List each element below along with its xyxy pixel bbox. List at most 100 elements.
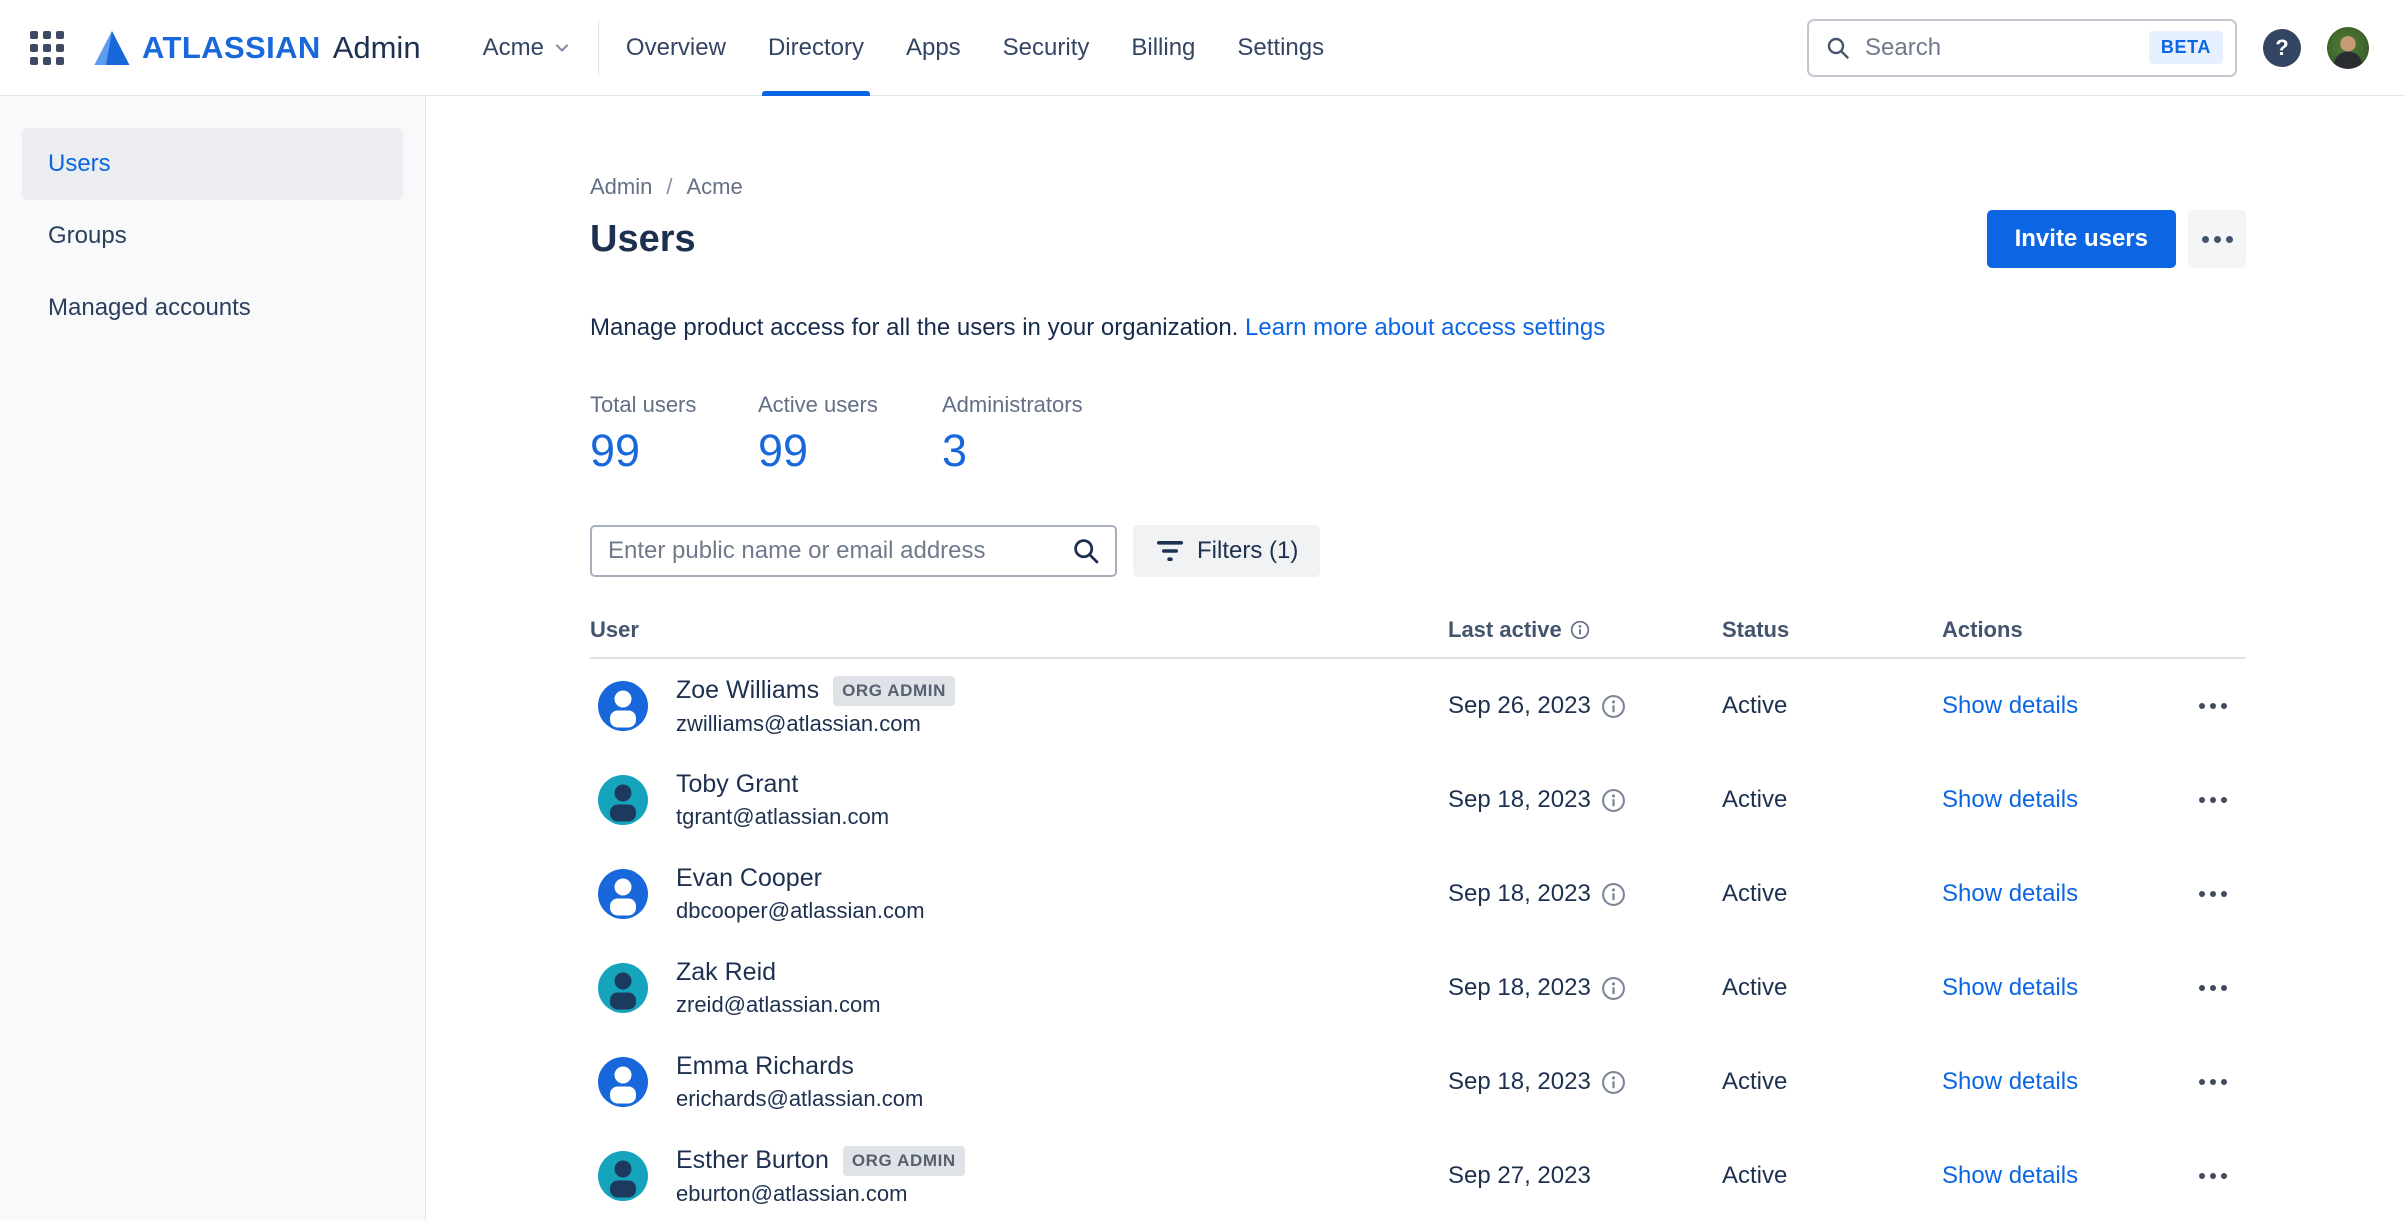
info-icon[interactable] — [1601, 788, 1626, 813]
stat-label: Total users — [590, 392, 697, 417]
show-details-link[interactable]: Show details — [1942, 692, 2078, 720]
help-button[interactable]: ? — [2263, 28, 2301, 67]
stat-total-users: Total users 99 — [590, 392, 758, 473]
primary-nav-tabs: Overview Directory Apps Security Billing… — [623, 0, 1327, 96]
status-value: Active — [1722, 880, 1788, 907]
row-more-options-button[interactable] — [2193, 979, 2233, 997]
sidebar-item-managed-accounts[interactable]: Managed accounts — [22, 272, 403, 344]
last-active-date: Sep 26, 2023 — [1448, 692, 1591, 719]
table-row: Emma Richards erichards@atlassian.com Se… — [590, 1035, 2246, 1129]
atlassian-logo-icon — [92, 28, 132, 68]
org-admin-badge: ORG ADMIN — [842, 1145, 965, 1176]
status-value: Active — [1722, 786, 1788, 813]
status-value: Active — [1722, 1162, 1788, 1189]
stat-label: Administrators — [942, 392, 1083, 417]
table-header: User Last active Status Actions — [590, 617, 2246, 659]
row-more-options-button[interactable] — [2193, 791, 2233, 809]
last-active-date: Sep 18, 2023 — [1448, 786, 1591, 813]
user-avatar-icon — [598, 1151, 648, 1201]
user-avatar-icon — [598, 869, 648, 919]
invite-users-button[interactable]: Invite users — [1986, 210, 2176, 268]
stat-label: Active users — [758, 392, 878, 417]
table-row: Zoe Williams ORG ADMIN zwilliams@atlassi… — [590, 659, 2246, 753]
show-details-link[interactable]: Show details — [1942, 974, 2078, 1002]
stat-value: 99 — [590, 425, 641, 476]
last-active-date: Sep 18, 2023 — [1448, 1068, 1591, 1095]
user-avatar-icon — [598, 1057, 648, 1107]
user-name[interactable]: Evan Cooper — [676, 864, 822, 893]
description-text: Manage product access for all the users … — [590, 314, 1246, 341]
show-details-link[interactable]: Show details — [1942, 880, 2078, 908]
column-status: Status — [1722, 617, 1790, 642]
info-icon[interactable] — [1601, 976, 1626, 1001]
row-more-options-button[interactable] — [2193, 1073, 2233, 1091]
column-last-active: Last active — [1448, 617, 1722, 643]
user-email: dbcooper@atlassian.com — [676, 898, 925, 923]
question-mark-icon: ? — [2275, 34, 2289, 60]
global-search-input[interactable] — [1865, 33, 2135, 62]
info-icon[interactable] — [1601, 1070, 1626, 1095]
table-row: Evan Cooper dbcooper@atlassian.com Sep 1… — [590, 847, 2246, 941]
user-name[interactable]: Zoe Williams — [676, 676, 819, 705]
tab-settings[interactable]: Settings — [1234, 0, 1327, 96]
last-active-date: Sep 18, 2023 — [1448, 880, 1591, 907]
breadcrumb: Admin / Acme — [590, 174, 2246, 200]
user-email: erichards@atlassian.com — [676, 1086, 924, 1111]
user-avatar-icon — [598, 681, 648, 731]
tab-apps[interactable]: Apps — [903, 0, 964, 96]
sidebar-item-users[interactable]: Users — [22, 128, 403, 200]
atlassian-admin-logo[interactable]: ATLASSIAN Admin — [92, 28, 421, 68]
column-user: User — [590, 617, 639, 642]
tab-overview[interactable]: Overview — [623, 0, 729, 96]
row-more-options-button[interactable] — [2193, 1167, 2233, 1185]
status-value: Active — [1722, 692, 1788, 719]
user-email: tgrant@atlassian.com — [676, 804, 890, 829]
breadcrumb-admin[interactable]: Admin — [590, 174, 652, 200]
top-navigation-bar: ATLASSIAN Admin Acme Overview Directory … — [0, 0, 2405, 96]
profile-avatar[interactable] — [2327, 26, 2369, 69]
learn-more-link[interactable]: Learn more about access settings — [1245, 314, 1605, 341]
info-icon[interactable] — [1601, 694, 1626, 719]
org-switcher[interactable]: Acme — [483, 34, 572, 62]
user-search-field[interactable] — [590, 525, 1117, 577]
breadcrumb-separator: / — [666, 174, 673, 199]
column-actions: Actions — [1942, 617, 2023, 642]
search-icon[interactable] — [1071, 536, 1101, 566]
sidebar-item-groups[interactable]: Groups — [22, 200, 403, 272]
user-email: zwilliams@atlassian.com — [676, 710, 921, 736]
user-name[interactable]: Zak Reid — [676, 958, 776, 987]
show-details-link[interactable]: Show details — [1942, 1068, 2078, 1096]
app-switcher-icon[interactable] — [30, 30, 64, 65]
stat-administrators: Administrators 3 — [942, 392, 1083, 473]
row-more-options-button[interactable] — [2193, 697, 2233, 715]
page-more-options-button[interactable] — [2188, 210, 2246, 268]
breadcrumb-acme[interactable]: Acme — [686, 174, 742, 200]
row-more-options-button[interactable] — [2193, 885, 2233, 903]
show-details-link[interactable]: Show details — [1942, 1162, 2078, 1190]
info-icon[interactable] — [1570, 620, 1590, 640]
chevron-down-icon — [552, 38, 572, 58]
global-search[interactable]: BETA — [1807, 18, 2237, 77]
search-icon — [1825, 35, 1851, 61]
stat-active-users: Active users 99 — [758, 392, 942, 473]
tab-directory[interactable]: Directory — [761, 0, 870, 96]
tab-billing[interactable]: Billing — [1128, 0, 1198, 96]
user-email: eburton@atlassian.com — [676, 1180, 908, 1206]
info-icon[interactable] — [1601, 882, 1626, 907]
last-active-date: Sep 27, 2023 — [1448, 1162, 1591, 1189]
status-value: Active — [1722, 1068, 1788, 1095]
brand-product: Admin — [332, 29, 421, 65]
user-search-input[interactable] — [608, 537, 1071, 565]
stat-value: 3 — [942, 425, 968, 476]
sidebar: Users Groups Managed accounts — [0, 96, 426, 1221]
page-description: Manage product access for all the users … — [590, 314, 2246, 342]
tab-security[interactable]: Security — [1000, 0, 1093, 96]
filters-button[interactable]: Filters (1) — [1133, 525, 1321, 577]
filters-label: Filters (1) — [1197, 537, 1299, 564]
brand-wordmark: ATLASSIAN — [142, 29, 321, 65]
user-name[interactable]: Emma Richards — [676, 1052, 854, 1081]
user-name[interactable]: Esther Burton — [676, 1146, 829, 1175]
user-stats: Total users 99 Active users 99 Administr… — [590, 392, 2246, 473]
show-details-link[interactable]: Show details — [1942, 786, 2078, 814]
user-name[interactable]: Toby Grant — [676, 770, 798, 799]
